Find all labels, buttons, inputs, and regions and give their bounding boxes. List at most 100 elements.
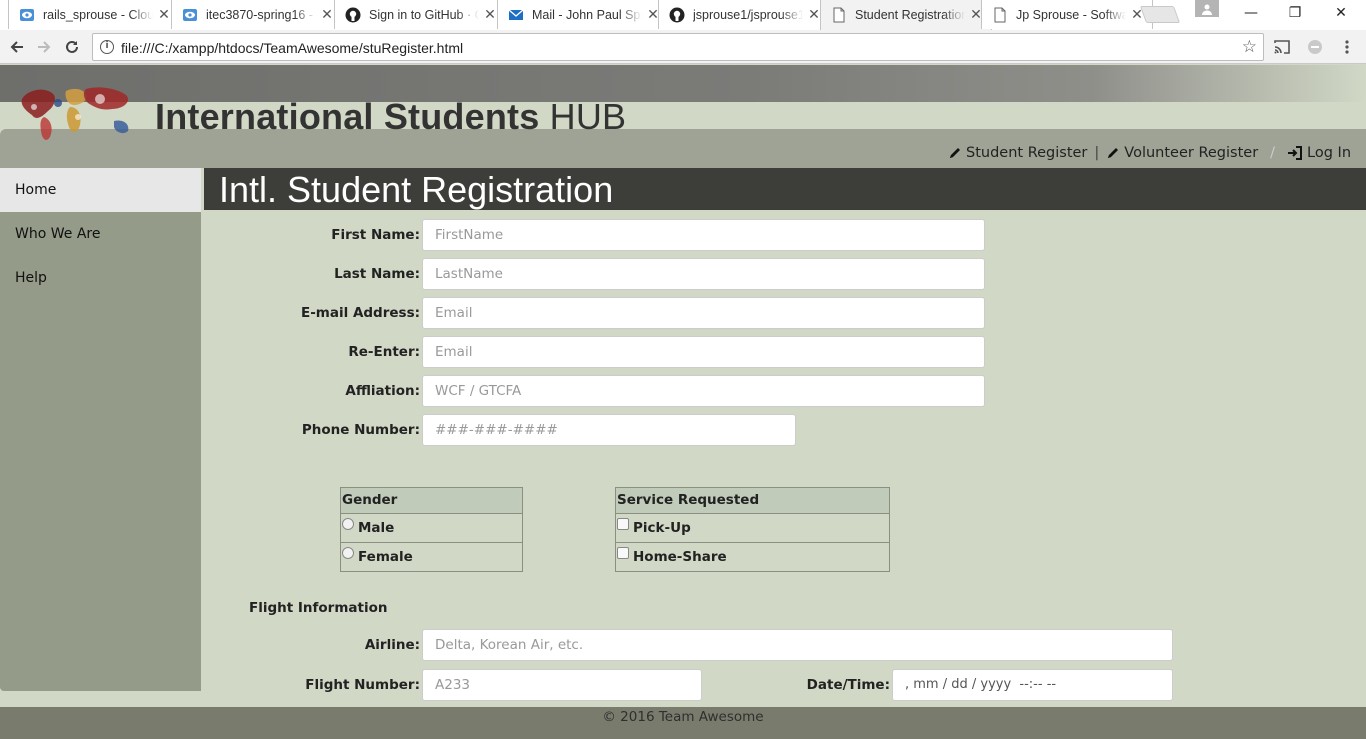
email-label: E-mail Address:: [300, 305, 420, 321]
close-tab-icon[interactable]: ✕: [483, 8, 497, 22]
gender-option-male[interactable]: Male: [341, 514, 522, 543]
service-table: Service Requested Pick-Up Home-Share: [615, 487, 890, 572]
gender-option-female[interactable]: Female: [341, 543, 522, 571]
nav-separator: /: [1270, 145, 1276, 161]
checkbox[interactable]: [617, 546, 629, 559]
footer-text: © 2016 Team Awesome: [602, 709, 764, 725]
flight-number-input[interactable]: [422, 669, 702, 701]
forward-arrow-icon[interactable]: [33, 36, 55, 58]
maximize-button[interactable]: ❐: [1272, 0, 1318, 26]
first-name-input[interactable]: [422, 219, 985, 251]
cloud9-icon: [19, 7, 35, 23]
pencil-icon: [1108, 148, 1119, 158]
service-option-homeshare[interactable]: Home-Share: [616, 543, 889, 571]
tab-title: jsprouse1/jsprouse1: [693, 8, 803, 22]
browser-tab[interactable]: jsprouse1/jsprouse1 ✕: [658, 0, 830, 29]
phone-input[interactable]: [422, 414, 796, 446]
page-heading-bar: Intl. Student Registration: [204, 168, 1366, 210]
volunteer-register-label: Volunteer Register: [1124, 145, 1259, 161]
airline-input[interactable]: [422, 629, 1173, 661]
tab-title: Student Registration: [855, 8, 965, 22]
browser-tab[interactable]: itec3870-spring16 - Cloud9 ✕: [171, 0, 343, 29]
url-text: file:///C:/xampp/htdocs/TeamAwesome/stuR…: [121, 40, 464, 56]
radio-button[interactable]: [342, 517, 354, 530]
sidebar-item-help[interactable]: Help: [0, 256, 201, 300]
site-title-bold: International Students: [155, 96, 540, 137]
tab-title: rails_sprouse - Cloud9: [43, 8, 153, 22]
minimize-button[interactable]: —: [1228, 0, 1274, 26]
browser-tab[interactable]: rails_sprouse - Cloud9 ✕: [8, 0, 180, 29]
new-tab-button[interactable]: [1139, 6, 1181, 23]
browser-tab[interactable]: Mail - John Paul Sprouse ✕: [497, 0, 669, 29]
page-title: Intl. Student Registration: [219, 169, 614, 210]
info-icon[interactable]: i: [100, 40, 114, 54]
page-icon: [992, 7, 1008, 23]
tab-title: itec3870-spring16 - Cloud9: [206, 8, 316, 22]
bookmark-star-icon[interactable]: ☆: [1242, 37, 1257, 57]
service-option-label: Pick-Up: [633, 520, 691, 536]
page-icon: [831, 7, 847, 23]
login-label: Log In: [1307, 145, 1352, 161]
reenter-email-input[interactable]: [422, 336, 985, 368]
sidebar: Home Who We Are Help: [0, 168, 201, 691]
mail-icon: [508, 7, 524, 23]
service-option-label: Home-Share: [633, 549, 727, 565]
site-title-light: HUB: [549, 96, 627, 137]
phone-label: Phone Number:: [301, 422, 420, 438]
sidebar-item-home[interactable]: Home: [0, 168, 201, 212]
first-name-label: First Name:: [331, 227, 420, 243]
checkbox[interactable]: [617, 517, 629, 530]
profile-icon[interactable]: [1195, 0, 1219, 17]
gender-header: Gender: [341, 488, 522, 514]
tab-title: Sign in to GitHub · GitHub: [369, 8, 479, 22]
last-name-input[interactable]: [422, 258, 985, 290]
gender-option-label: Male: [358, 520, 395, 536]
student-register-link[interactable]: Student Register: [948, 145, 1087, 161]
student-register-label: Student Register: [966, 145, 1088, 161]
close-tab-icon[interactable]: ✕: [320, 8, 334, 22]
radio-button[interactable]: [342, 546, 354, 559]
top-nav: Student Register | Volunteer Register / …: [948, 143, 1351, 163]
footer: © 2016 Team Awesome: [0, 707, 1366, 739]
gender-option-label: Female: [358, 549, 413, 565]
gender-table: Gender Male Female: [340, 487, 523, 572]
volunteer-register-link[interactable]: Volunteer Register: [1106, 145, 1258, 161]
cast-icon[interactable]: [1272, 37, 1292, 57]
pencil-icon: [950, 148, 960, 158]
browser-tab[interactable]: Jp Sprouse - Software ✕: [981, 0, 1153, 29]
cloud9-icon: [182, 7, 198, 23]
affiliation-input[interactable]: [422, 375, 985, 407]
login-icon: [1288, 146, 1303, 160]
github-icon: [669, 7, 685, 23]
affiliation-label: Affliation:: [345, 383, 420, 399]
web-page: International Students HUB Student Regis…: [0, 65, 1366, 739]
service-header: Service Requested: [616, 488, 889, 514]
flight-number-label: Flight Number:: [305, 677, 420, 693]
close-window-button[interactable]: ✕: [1318, 0, 1364, 26]
extension-icon[interactable]: [1305, 37, 1325, 57]
browser-toolbar: i file:///C:/xampp/htdocs/TeamAwesome/st…: [0, 30, 1366, 64]
close-tab-icon[interactable]: ✕: [807, 8, 821, 22]
world-map-logo[interactable]: [14, 77, 144, 147]
site-title: International Students HUB: [155, 96, 626, 138]
service-option-pickup[interactable]: Pick-Up: [616, 514, 889, 543]
browser-tabstrip: rails_sprouse - Cloud9 ✕ itec3870-spring…: [0, 0, 1366, 30]
reload-icon[interactable]: [61, 36, 83, 58]
browser-tab[interactable]: Sign in to GitHub · GitHub ✕: [334, 0, 506, 29]
close-tab-icon[interactable]: ✕: [157, 8, 171, 22]
back-arrow-icon[interactable]: [6, 36, 28, 58]
datetime-label: Date/Time:: [806, 677, 890, 693]
tab-title: Jp Sprouse - Software: [1016, 8, 1126, 22]
address-bar[interactable]: i file:///C:/xampp/htdocs/TeamAwesome/st…: [92, 33, 1264, 61]
airline-label: Airline:: [364, 637, 420, 653]
menu-kebab-icon[interactable]: [1337, 37, 1357, 57]
email-input[interactable]: [422, 297, 985, 329]
reenter-email-label: Re-Enter:: [348, 344, 420, 360]
login-link[interactable]: Log In: [1287, 145, 1351, 161]
datetime-input[interactable]: , mm / dd / yyyy --:-- --: [892, 669, 1173, 701]
github-icon: [345, 7, 361, 23]
flight-section-title: Flight Information: [249, 600, 388, 616]
tab-title: Mail - John Paul Sprouse: [532, 8, 642, 22]
browser-tab-active[interactable]: Student Registration ✕: [820, 0, 992, 30]
sidebar-item-who-we-are[interactable]: Who We Are: [0, 212, 201, 256]
